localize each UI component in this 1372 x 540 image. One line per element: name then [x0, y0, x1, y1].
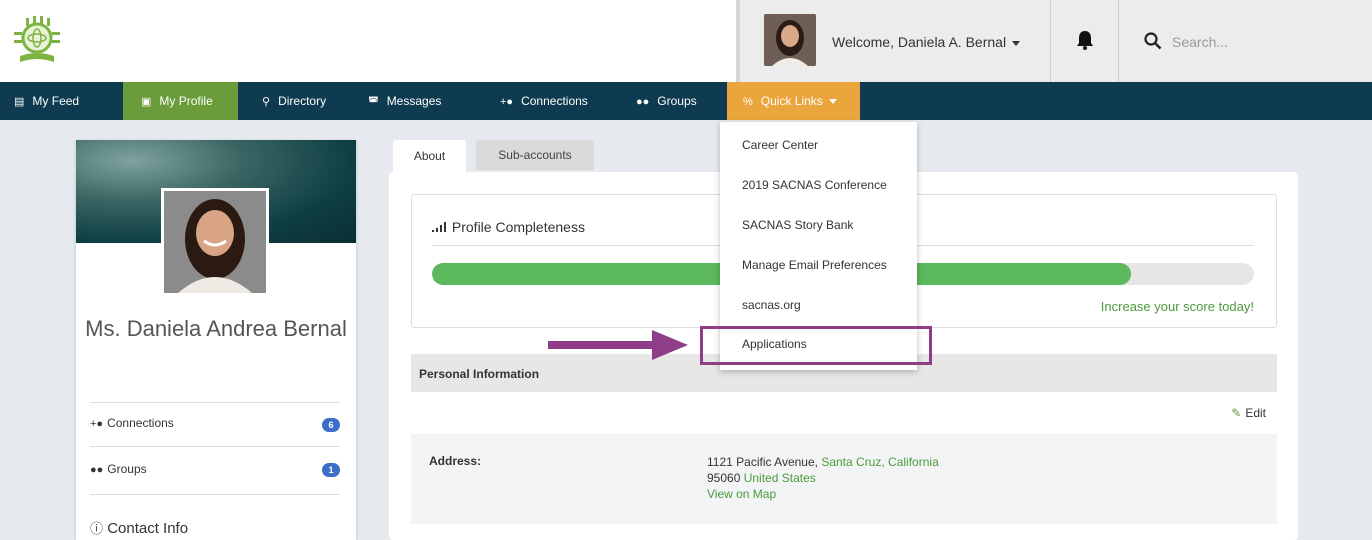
card-row-label: Groups [107, 462, 147, 476]
nav-label: My Profile [159, 94, 213, 108]
address-label: Address: [429, 454, 482, 468]
address-street: 1121 Pacific Avenue, [707, 455, 818, 469]
contact-info-heading[interactable]: ⓘ Contact Info [90, 518, 188, 537]
groups-count-badge: 1 [322, 463, 340, 477]
search-icon: ⚲ [262, 96, 271, 108]
signal-bars-icon [432, 222, 446, 232]
annotation-highlight-box [700, 326, 932, 365]
link-icon: % [743, 96, 753, 108]
user-area: Welcome, Daniela A. Bernal [736, 0, 1372, 82]
address-city-link[interactable]: Santa Cruz, [821, 455, 884, 469]
tab-about[interactable]: About [393, 140, 466, 172]
profile-name: Ms. Daniela Andrea Bernal [85, 316, 347, 341]
caret-down-icon [1012, 40, 1021, 46]
inbox-icon: ◚ [368, 96, 379, 108]
quick-link-career-center[interactable]: Career Center [742, 138, 818, 152]
pencil-icon: ✎ [1231, 406, 1242, 420]
nav-label: Connections [521, 94, 588, 108]
nav-label: Messages [386, 94, 442, 108]
id-card-icon: ▣ [141, 96, 152, 108]
card-row-label: Connections [107, 416, 174, 430]
welcome-menu[interactable]: Welcome, Daniela A. Bernal [832, 34, 1021, 50]
card-connections-link[interactable]: +● Connections [90, 416, 174, 430]
nav-my-feed[interactable]: ▤ My Feed [0, 82, 100, 120]
users-icon: ●● [636, 96, 650, 108]
nav-label: Groups [657, 94, 697, 108]
tab-sub-accounts[interactable]: Sub-accounts [476, 140, 594, 170]
completeness-title-text: Profile Completeness [451, 219, 585, 235]
nav-label: My Feed [32, 94, 80, 108]
edit-button[interactable]: ✎ Edit [1231, 406, 1266, 420]
card-groups-link[interactable]: ●● Groups [90, 462, 147, 476]
user-plus-icon: +● [90, 418, 104, 430]
divider [1050, 0, 1051, 82]
nav-label: Quick Links [760, 94, 823, 108]
address-zip: 95060 [707, 471, 741, 485]
view-on-map-link[interactable]: View on Map [707, 487, 776, 501]
user-plus-icon: +● [500, 96, 514, 108]
info-circle-icon: ⓘ [90, 521, 104, 536]
divider [90, 494, 340, 495]
search-input[interactable] [1172, 30, 1342, 54]
connections-count-badge: 6 [322, 418, 340, 432]
divider [90, 402, 340, 403]
nav-connections[interactable]: +● Connections [486, 82, 616, 120]
newspaper-icon: ▤ [14, 96, 25, 108]
nav-my-profile[interactable]: ▣ My Profile [123, 82, 238, 120]
personal-info-title: Personal Information [419, 367, 540, 381]
divider [1118, 0, 1119, 82]
caret-down-icon [828, 99, 837, 105]
quick-link-email-preferences[interactable]: Manage Email Preferences [742, 258, 887, 272]
search-icon [1144, 32, 1162, 50]
nav-messages[interactable]: ◚ Messages [354, 82, 464, 120]
increase-score-link[interactable]: Increase your score today! [1101, 299, 1254, 314]
top-header: Welcome, Daniela A. Bernal [0, 0, 1372, 82]
divider [90, 446, 340, 447]
quick-link-story-bank[interactable]: SACNAS Story Bank [742, 218, 853, 232]
nav-label: Directory [278, 94, 327, 108]
bell-icon[interactable] [1076, 30, 1094, 50]
contact-info-label: Contact Info [107, 520, 189, 537]
sacnas-logo-icon[interactable] [14, 16, 60, 66]
quick-link-conference[interactable]: 2019 SACNAS Conference [742, 178, 887, 192]
profile-card: Ms. Daniela Andrea Bernal +● Connections … [76, 140, 356, 540]
address-row: Address: 1121 Pacific Avenue, Santa Cruz… [411, 434, 1277, 524]
nav-quick-links[interactable]: % Quick Links [727, 82, 860, 120]
profile-photo[interactable] [161, 188, 269, 296]
avatar[interactable] [764, 14, 816, 66]
main-nav: ▤ My Feed ▣ My Profile ⚲ Directory ◚ Message… [0, 82, 1372, 120]
edit-label: Edit [1245, 406, 1266, 420]
nav-groups[interactable]: ●● Groups [622, 82, 718, 120]
address-state-link[interactable]: California [888, 455, 939, 469]
annotation-arrow [548, 330, 688, 360]
nav-directory[interactable]: ⚲ Directory [248, 82, 348, 120]
quick-link-sacnas-org[interactable]: sacnas.org [742, 298, 801, 312]
address-country-link[interactable]: United States [744, 471, 816, 485]
users-icon: ●● [90, 464, 104, 476]
completeness-title: Profile Completeness [432, 219, 585, 235]
address-value: 1121 Pacific Avenue, Santa Cruz, Califor… [707, 454, 939, 502]
welcome-text: Welcome, Daniela A. Bernal [832, 34, 1007, 50]
